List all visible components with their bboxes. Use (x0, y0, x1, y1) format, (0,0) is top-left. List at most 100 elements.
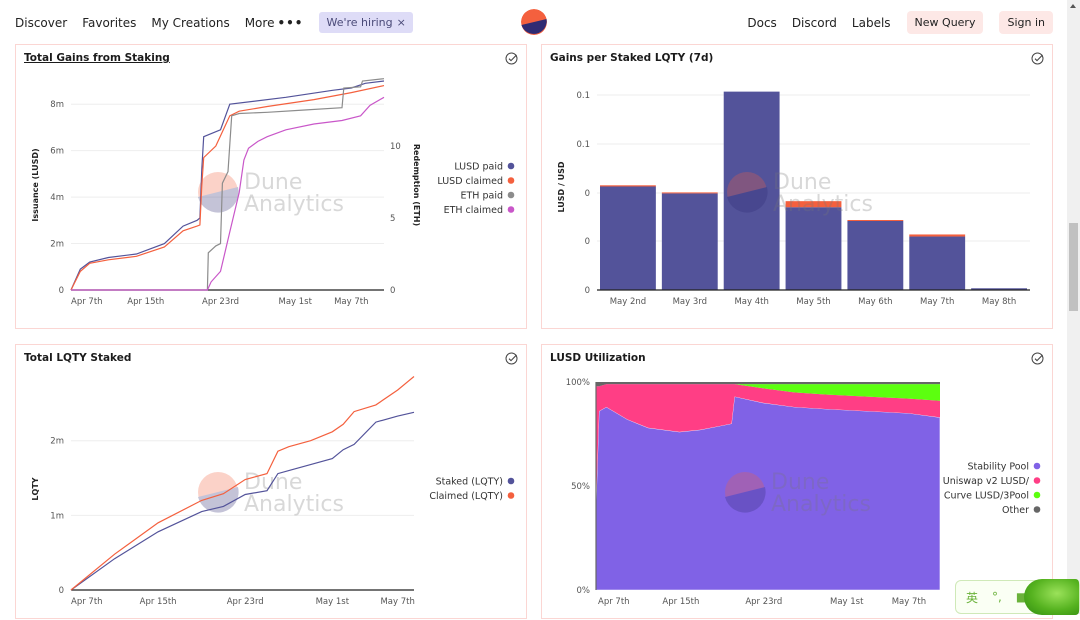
chart-card-lusd-utilization: LUSD Utilization 0% 50% 100% Dune Analytics A… (541, 344, 1053, 619)
legend-swatch (507, 177, 515, 184)
nav-my-creations[interactable]: My Creations (151, 16, 229, 30)
nav-discord[interactable]: Discord (792, 16, 837, 30)
y-tick-label: 6m (50, 147, 64, 157)
series-line-staked-lqty- (70, 411, 415, 591)
watermark-text: Dune (771, 470, 829, 495)
y-axis-label: Issuance (LUSD) (31, 148, 40, 221)
x-tick-label: Apr 15th (140, 597, 177, 607)
x-tick-label: Apr 7th (598, 597, 630, 607)
chart-canvas: 0 0 0 0.1 0.1 LUSD / USD May 2nd May 3rd May 4th… (557, 91, 1030, 307)
nav-discover[interactable]: Discover (15, 16, 67, 30)
y2-tick-label: 5 (390, 214, 395, 224)
series-line-lusd-paid (70, 80, 385, 291)
nav-left: Discover Favorites My Creations More ••• … (15, 12, 413, 33)
bar-lusd (785, 207, 842, 290)
scroll-thumb[interactable] (1069, 223, 1078, 311)
area-uniswap-v2-lusd- (596, 384, 940, 507)
x-tick-label: Apr 23rd (227, 597, 264, 607)
bar-lusd (909, 236, 966, 290)
watermark-logo-icon (198, 472, 238, 512)
bar-lusd (847, 221, 904, 290)
y-tick-label: 0 (585, 237, 590, 247)
ellipsis-icon: ••• (277, 15, 304, 30)
top-navigation: Discover Favorites My Creations More ••• … (0, 0, 1067, 44)
legend-label: Staked (LQTY) (436, 477, 503, 488)
y-tick-label: 0.1 (576, 91, 590, 101)
new-query-button[interactable]: New Query (906, 11, 984, 34)
nav-more[interactable]: More ••• (245, 16, 304, 30)
legend-swatch (507, 162, 515, 170)
watermark-text: Analytics (773, 192, 873, 217)
hiring-badge-label: We're hiring (326, 16, 393, 29)
close-icon[interactable]: × (397, 16, 406, 29)
watermark-logo-half (198, 187, 239, 213)
sign-in-button[interactable]: Sign in (999, 11, 1053, 34)
bar-eth (909, 234, 966, 237)
nav-more-label: More (244, 15, 275, 30)
ime-punctuation[interactable]: °, (992, 590, 1002, 604)
ime-toolbar[interactable]: 英 °, ■ (955, 579, 1080, 615)
y2-tick-label: 10 (390, 142, 401, 152)
x-tick-label: May 3rd (673, 297, 707, 307)
y-tick-label: 0% (577, 586, 591, 596)
chart-title[interactable]: Total Gains from Staking (24, 52, 170, 64)
legend-label: Stability Pool (967, 462, 1029, 473)
area-other (596, 382, 940, 387)
check-circle-icon[interactable] (505, 352, 518, 365)
legend-label: LUSD claimed (437, 176, 503, 187)
y-tick-label: 100% (566, 378, 590, 388)
page-scrollbar[interactable] (1067, 0, 1080, 614)
scroll-up-arrow-icon[interactable] (1070, 4, 1076, 8)
watermark-logo-icon (725, 472, 765, 512)
chart-card-total-lqty-staked: Total LQTY Staked 0 1m 2m LQTY Dune Analytics… (15, 344, 527, 619)
ime-language-label[interactable]: 英 (966, 589, 978, 606)
legend-label: ETH claimed (444, 205, 503, 216)
y-tick-label: 50% (571, 482, 590, 492)
series-line-claimed-lqty- (70, 376, 415, 591)
check-circle-icon[interactable] (505, 52, 518, 65)
series-line-lusd-claimed (70, 85, 385, 291)
bar-lusd (661, 193, 718, 290)
x-tick-label: Apr 7th (71, 297, 103, 307)
legend-label: Uniswap v2 LUSD/ (943, 476, 1030, 487)
nav-docs[interactable]: Docs (747, 16, 776, 30)
check-circle-icon[interactable] (1031, 52, 1044, 65)
watermark-logo-half (727, 187, 768, 213)
nav-labels[interactable]: Labels (852, 16, 891, 30)
x-tick-label: May 8th (982, 297, 1016, 307)
watermark-text: Analytics (244, 492, 344, 517)
dune-watermark: DuneAnalytics (727, 170, 873, 217)
legend-swatch (507, 191, 515, 199)
nav-right: Docs Discord Labels New Query Sign in (732, 11, 1053, 34)
legend-label: Other (1002, 505, 1029, 516)
x-tick-label: May 7th (334, 297, 368, 307)
legend-label: Claimed (LQTY) (429, 491, 503, 502)
bar-eth (661, 192, 718, 194)
check-circle-icon[interactable] (1031, 352, 1044, 365)
legend-swatch (507, 477, 515, 485)
dune-logo[interactable] (521, 9, 547, 35)
x-tick-label: Apr 15th (127, 297, 164, 307)
chart-canvas: 0 2m 4m 6m 8m 0 5 10 Issuance (LUSD) Redemption (… (31, 78, 515, 307)
hiring-badge[interactable]: We're hiring × (319, 12, 413, 33)
series-line-eth-paid (71, 78, 385, 291)
legend-label: Curve LUSD/3Pool (944, 491, 1029, 502)
watermark-text: Analytics (244, 192, 344, 217)
dune-watermark: DuneAnalytics (725, 470, 871, 517)
chart-canvas: 0 1m 2m LQTY DuneAnalytics Apr 7th Apr 15th Apr… (31, 376, 515, 607)
leaf-decoration-icon (1024, 579, 1079, 615)
y2-tick-label: 0 (390, 286, 395, 296)
x-tick-label: Apr 23rd (745, 597, 782, 607)
nav-favorites[interactable]: Favorites (82, 16, 136, 30)
legend-swatch (1033, 462, 1041, 470)
legend-swatch (1033, 491, 1041, 499)
x-tick-label: May 5th (796, 297, 830, 307)
y-tick-label: 2m (50, 437, 64, 447)
bar-eth (600, 185, 656, 187)
bar-eth (785, 201, 842, 208)
chart-title: LUSD Utilization (550, 352, 646, 364)
watermark-logo-icon (198, 172, 238, 212)
chart-canvas: 0% 50% 100% DuneAnalytics Apr 7th Apr 15th Apr… (566, 378, 1041, 607)
y-tick-label: 2m (50, 240, 64, 250)
x-tick-label: May 7th (892, 597, 926, 607)
